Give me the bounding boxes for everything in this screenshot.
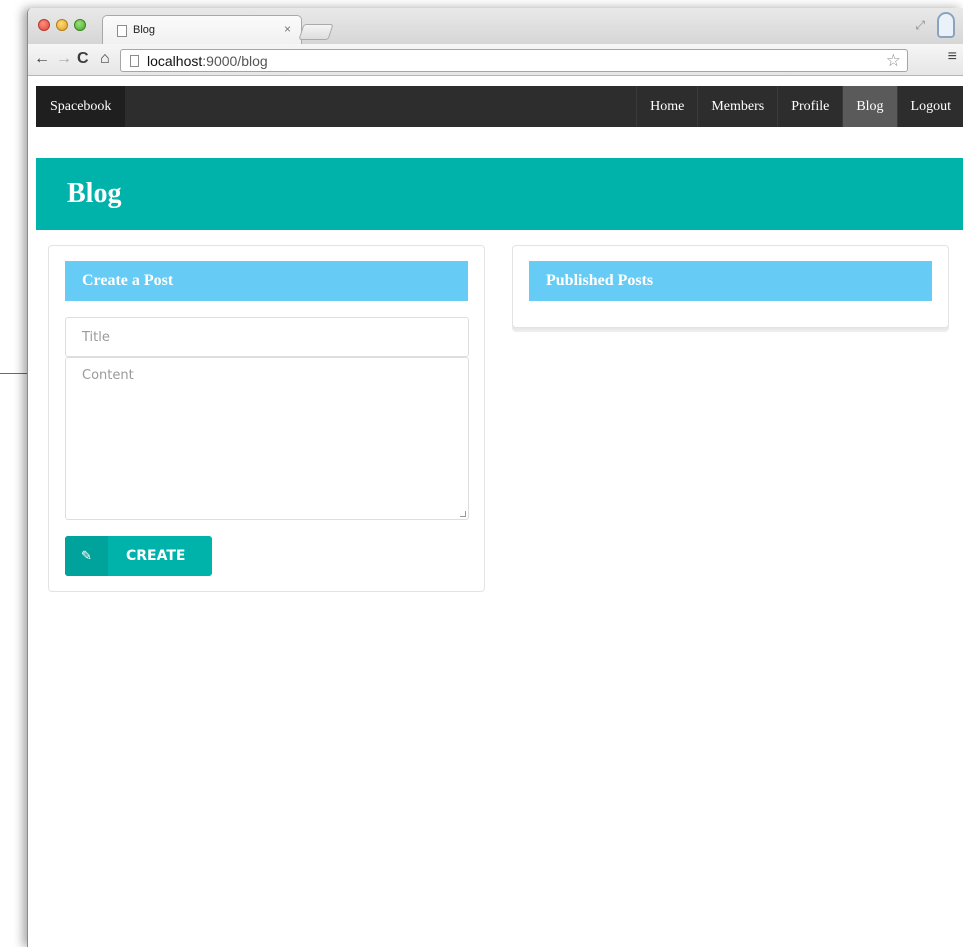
- window-close-button[interactable]: [38, 19, 50, 31]
- create-post-title: Create a Post: [82, 272, 174, 289]
- published-posts-title: Published Posts: [546, 272, 654, 289]
- menu-icon[interactable]: ≡: [948, 48, 957, 66]
- tab-strip: Blog × ⤢: [28, 8, 963, 44]
- reload-icon[interactable]: C: [77, 49, 89, 69]
- address-bar[interactable]: localhost:9000/blog ☆: [120, 49, 908, 72]
- browser-toolbar: ← → C ⌂ localhost:9000/blog ☆ ≡: [28, 44, 963, 76]
- desktop-background: [0, 0, 28, 947]
- nav-logout[interactable]: Logout: [896, 86, 963, 127]
- back-arrow-icon[interactable]: ←: [34, 49, 50, 69]
- new-tab-button[interactable]: [298, 24, 334, 40]
- create-button[interactable]: ✎ CREATE: [65, 536, 212, 576]
- card-header: Published Posts: [529, 261, 932, 301]
- home-icon[interactable]: ⌂: [100, 49, 110, 69]
- browser-window: Blog × ⤢ ← → C ⌂ localhost:9000/blog ☆ ≡…: [27, 8, 963, 947]
- tab-title: Blog: [133, 24, 156, 36]
- page-icon: [130, 55, 139, 67]
- page-title: Blog: [67, 178, 122, 209]
- create-button-label: CREATE: [126, 548, 186, 564]
- page-content: Spacebook Home Members Profile Blog Logo…: [28, 77, 963, 947]
- fullscreen-icon[interactable]: ⤢: [915, 18, 925, 33]
- navbar: Spacebook Home Members Profile Blog Logo…: [36, 86, 963, 127]
- nav-blog[interactable]: Blog: [842, 86, 897, 127]
- url-text: localhost:9000/blog: [147, 53, 268, 69]
- create-post-card: Create a Post ✎ CREATE: [48, 245, 485, 592]
- profile-avatar-icon[interactable]: [937, 12, 955, 38]
- resize-handle-icon[interactable]: [460, 511, 466, 517]
- nav-members[interactable]: Members: [697, 86, 777, 127]
- title-input[interactable]: [65, 317, 469, 357]
- edit-icon: ✎: [65, 536, 108, 576]
- page-banner: Blog: [36, 158, 963, 230]
- content-textarea[interactable]: [65, 357, 469, 520]
- nav-profile[interactable]: Profile: [777, 86, 842, 127]
- window-minimize-button[interactable]: [56, 19, 68, 31]
- nav-home[interactable]: Home: [636, 86, 697, 127]
- tab-blog[interactable]: Blog ×: [102, 15, 302, 44]
- card-header: Create a Post: [65, 261, 468, 301]
- page-icon: [117, 25, 127, 37]
- bookmark-star-icon[interactable]: ☆: [886, 51, 901, 71]
- brand-link[interactable]: Spacebook: [36, 86, 126, 127]
- published-posts-card: Published Posts: [512, 245, 949, 328]
- forward-arrow-icon[interactable]: →: [56, 49, 72, 69]
- tab-close-icon[interactable]: ×: [284, 22, 291, 36]
- window-maximize-button[interactable]: [74, 19, 86, 31]
- nav-items: Home Members Profile Blog Logout: [636, 86, 963, 127]
